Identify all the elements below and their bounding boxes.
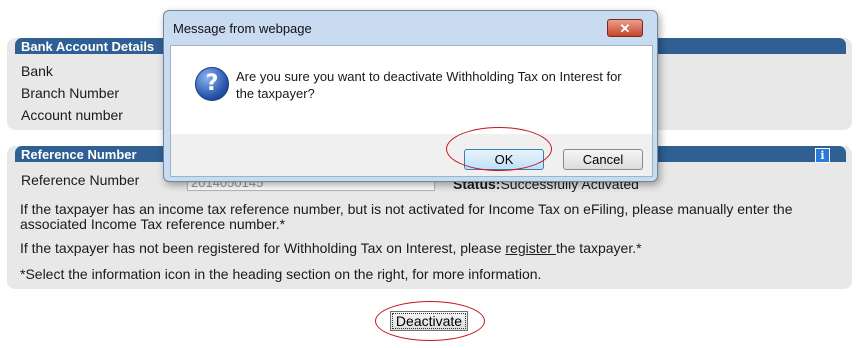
question-icon: ? <box>195 67 229 101</box>
confirm-dialog: Message from webpage ✕ ? Are you sure yo… <box>163 10 658 182</box>
bank-label: Bank <box>21 63 53 79</box>
dialog-message: Are you sure you want to deactivate With… <box>236 69 622 101</box>
reference-number-label: Reference Number <box>21 172 140 188</box>
register-link[interactable]: register <box>505 240 556 256</box>
info-icon[interactable]: i <box>815 148 830 163</box>
bank-account-title: Bank Account Details <box>21 39 155 54</box>
close-button[interactable]: ✕ <box>607 19 643 37</box>
reference-number-title: Reference Number <box>21 147 137 162</box>
deactivate-button[interactable]: Deactivate <box>390 311 468 331</box>
info-paragraph-2: If the taxpayer has not been registered … <box>20 241 642 256</box>
para2-text-after: the taxpayer.* <box>555 240 642 256</box>
cancel-button[interactable]: Cancel <box>563 149 643 170</box>
dialog-title: Message from webpage <box>173 21 312 36</box>
dialog-message-area: ? Are you sure you want to deactivate Wi… <box>171 46 652 134</box>
info-paragraph-3: *Select the information icon in the head… <box>20 266 542 282</box>
dialog-body: ? Are you sure you want to deactivate Wi… <box>170 45 653 177</box>
account-number-label: Account number <box>21 107 123 123</box>
info-paragraph-1: If the taxpayer has an income tax refere… <box>20 201 793 232</box>
ok-button[interactable]: OK <box>464 149 544 170</box>
para2-text-before: If the taxpayer has not been registered … <box>20 240 506 256</box>
branch-number-label: Branch Number <box>21 85 120 101</box>
